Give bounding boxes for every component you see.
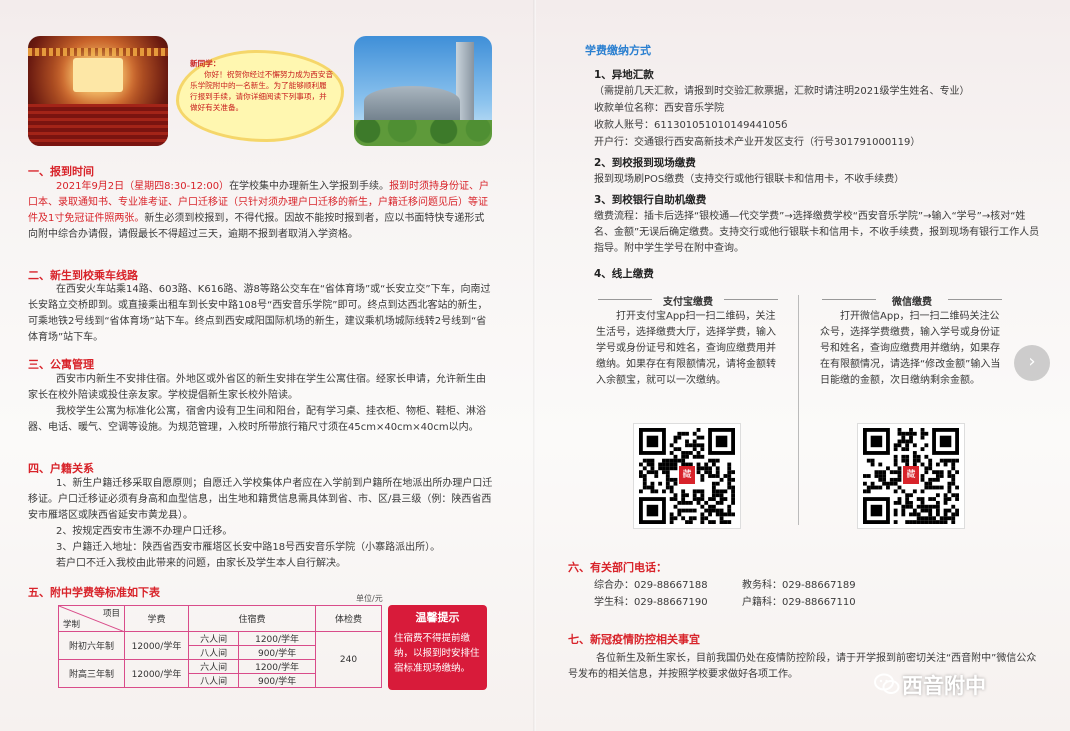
section4-title: 四、户籍关系 <box>28 462 94 475</box>
alipay-body: 打开支付宝App扫一扫二维码，关注生活号，选择缴费大厅，选择学费，输入学号或身份… <box>596 311 776 386</box>
section1-mid: 在学校集中办理新生入学报到手续。 <box>229 181 390 192</box>
campus-photo <box>354 36 492 146</box>
phone-general: 综合办：029-88667188 <box>594 580 708 591</box>
section4-p1: 1、新生户籍迁移采取自愿原则；自愿迁入学校集体户者应在入学前到户籍所在地派出所办… <box>28 478 493 521</box>
fee-header-corner: 项目 学制 <box>58 605 125 632</box>
section4-p4: 若户口不迁入我校由此带来的问题，由家长及学生本人自行解决。 <box>56 558 346 569</box>
fee-header-tuition: 学费 <box>124 605 189 632</box>
wechat-body: 打开微信App，扫一扫二维码关注公众号，选择学费缴费，输入学号或身份证号和姓名，… <box>820 311 1001 386</box>
fee-row2-dorm2-price: 900/学年 <box>238 673 316 688</box>
fee-header-exam: 体检费 <box>315 605 382 632</box>
wechat-logo-icon <box>874 673 900 694</box>
fee-row2-dorm2-type: 八人间 <box>187 673 240 688</box>
tip-title: 温馨提示 <box>415 611 460 624</box>
payment-title: 学费缴纳方式 <box>585 44 651 57</box>
fee-row2-dorm1-price: 1200/学年 <box>238 659 316 674</box>
section4-p3: 3、户籍迁入地址：陕西省西安市雁塔区长安中路18号西安音乐学院（小寨路派出所）。 <box>56 542 441 553</box>
fee-row1-dorm1-price: 1200/学年 <box>238 631 316 646</box>
method1-bank: 开户行：交通银行西安高新技术产业开发区支行（行号301791000119） <box>594 137 921 148</box>
fee-row1-dorm2-type: 八人间 <box>187 645 240 660</box>
tip-box: 温馨提示 住宿费不得提前缴纳，以报到时安排住宿标准现场缴纳。 <box>388 605 487 690</box>
alipay-qr-badge: 藏 <box>679 466 695 484</box>
section1-body: 2021年9月2日（星期四8:30-12:00）在学校集中办理新生入学报到手续。… <box>28 179 494 243</box>
section3-p1: 西安市内新生不安排住宿。外地区或外省区的新生安排在学生公寓住宿。经家长申请，允许… <box>28 374 486 401</box>
fee-table: 项目 学制 学费 住宿费 体检费 附初六年制 12000/学年 六人间 1200… <box>58 605 382 688</box>
section4-p2: 2、按规定西安市生源不办理户口迁移。 <box>56 526 233 537</box>
greeting-body: 你好！祝贺你经过不懈努力成为西安音乐学院附中的一名新生。为了能够顺利履行报到手续… <box>190 70 334 112</box>
wechat-qr-badge: 藏 <box>903 466 919 484</box>
section6-title: 六、有关部门电话： <box>568 561 667 574</box>
section1-date: 2021年9月2日（星期四8:30-12:00） <box>56 181 230 192</box>
watermark-text: 西音附中 <box>902 674 986 698</box>
alipay-qr-code[interactable]: 藏 <box>634 424 740 528</box>
method3-body: 缴费流程：插卡后选择“银校通—代交学费”→选择缴费学校“西安音乐学院”→输入“学… <box>594 211 1040 254</box>
wechat-title: 微信缴费 <box>892 297 932 308</box>
fee-header-dorm: 住宿费 <box>188 605 316 632</box>
fee-row2-system: 附高三年制 <box>58 659 125 688</box>
next-page-button[interactable]: › <box>1014 345 1050 381</box>
method3-title: 3、到校银行自助机缴费 <box>594 194 707 206</box>
method1-title: 1、异地汇款 <box>594 69 654 81</box>
section7-title: 七、新冠疫情防控相关事宜 <box>568 633 700 646</box>
section3-p2: 我校学生公寓为标准化公寓，宿舍内设有卫生间和阳台，配有学习桌、挂衣柜、物柜、鞋柜… <box>28 406 486 433</box>
phone-registry: 户籍科：029-88667110 <box>742 597 856 608</box>
method2-body: 报到现场刷POS缴费（支持交行或他行银联卡和信用卡，不收手续费） <box>594 174 905 185</box>
fee-unit: 单位/元 <box>356 594 383 603</box>
tip-body: 住宿费不得提前缴纳，以报到时安排住宿标准现场缴纳。 <box>394 633 480 674</box>
method1-unit: 收款单位名称：西安音乐学院 <box>594 103 724 114</box>
phone-academic: 教务科：029-88667189 <box>742 580 856 591</box>
theater-photo <box>28 36 168 146</box>
method1-account: 收款人账号：61130105101014944105б <box>594 120 788 131</box>
fee-header-item: 项目 <box>102 609 120 619</box>
page-fold <box>533 0 536 731</box>
fee-row1-dorm2-price: 900/学年 <box>238 645 316 660</box>
section5-title: 五、附中学费等标准如下表 <box>28 586 160 599</box>
method2-title: 2、到校报到现场缴费 <box>594 157 696 169</box>
method1-note: （需提前几天汇款，请报到时交验汇款票据，汇款时请注明2021级学生姓名、专业） <box>594 86 970 97</box>
section3-title: 三、公寓管理 <box>28 358 94 371</box>
section2-body: 在西安火车站乘14路、603路、K616路、游8等路公交车在“省体育场”或“长安… <box>28 284 491 343</box>
section1-title: 一、报到时间 <box>28 165 94 178</box>
greeting-title: 新同学： <box>190 59 221 68</box>
fee-row1-dorm1-type: 六人间 <box>187 631 240 646</box>
phone-student: 学生科：029-88667190 <box>594 597 708 608</box>
fee-row2-tuition: 12000/学年 <box>124 659 189 688</box>
fee-row1-system: 附初六年制 <box>58 631 125 660</box>
wechat-qr-code[interactable]: 藏 <box>858 424 964 528</box>
fee-exam-value: 240 <box>315 631 382 688</box>
fee-row1-tuition: 12000/学年 <box>124 631 189 660</box>
fee-header-system: 学制 <box>63 620 81 630</box>
alipay-title: 支付宝缴费 <box>663 297 713 308</box>
method4-title: 4、线上缴费 <box>594 268 654 280</box>
card-divider <box>798 295 799 525</box>
section2-title: 二、新生到校乘车线路 <box>28 269 138 282</box>
greeting-note: 新同学： 你好！祝贺你经过不懈努力成为西安音乐学院附中的一名新生。为了能够顺利履… <box>176 50 344 142</box>
fee-row2-dorm1-type: 六人间 <box>187 659 240 674</box>
